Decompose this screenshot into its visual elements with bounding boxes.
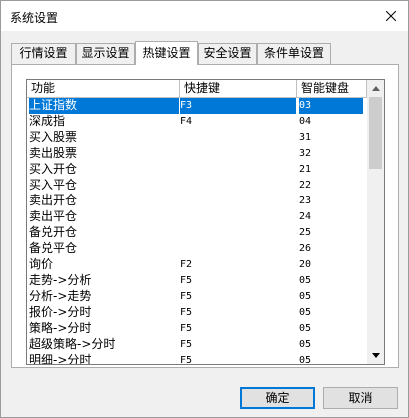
cell-smart-keyboard: 21 — [299, 163, 312, 175]
tab-hotkey-settings[interactable]: 热键设置 — [135, 41, 198, 65]
cell-function: 上证指数 — [29, 98, 179, 114]
cell-function: 卖出平仓 — [29, 209, 78, 224]
cell-shortcut: F2 — [180, 259, 193, 271]
scroll-down-button[interactable] — [367, 347, 384, 364]
table-row[interactable]: 询价 F2 20 — [27, 257, 367, 273]
tab-quote-settings[interactable]: 行情设置 — [11, 43, 76, 64]
cell-function: 走势->分析 — [29, 272, 92, 287]
table-row[interactable]: 报价->分时 F5 05 — [27, 305, 367, 321]
cell-smart-keyboard: 05 — [299, 322, 312, 334]
cell-shortcut: F5 — [180, 306, 193, 318]
cell-smart-keyboard: 05 — [299, 290, 312, 302]
table-row[interactable]: 上证指数 F3 03 — [27, 98, 367, 114]
cell-smart-keyboard: 26 — [299, 243, 312, 255]
cell-shortcut — [180, 193, 296, 209]
table-row[interactable]: 备兑开仓 25 — [27, 225, 367, 241]
cell-shortcut: F4 — [180, 115, 193, 127]
list-rows: 上证指数 F3 03 深成指 F4 04 买入股票 31 卖出股票 32 买入开仓 21 买入平仓 22 卖… — [27, 98, 367, 365]
cell-shortcut: F5 — [180, 338, 193, 350]
scroll-down-arrow-icon — [371, 353, 380, 358]
scroll-up-button[interactable] — [367, 80, 384, 97]
cell-function: 买入股票 — [29, 129, 78, 144]
cell-shortcut: F5 — [180, 274, 193, 286]
table-row[interactable]: 深成指 F4 04 — [27, 114, 367, 130]
table-row[interactable]: 分析->走势 F5 05 — [27, 289, 367, 305]
cell-smart-keyboard: 22 — [299, 179, 312, 191]
tab-security-settings[interactable]: 安全设置 — [198, 43, 257, 64]
window-title: 系统设置 — [10, 11, 59, 25]
cell-smart-keyboard: 05 — [299, 338, 312, 350]
table-row[interactable]: 卖出平仓 24 — [27, 209, 367, 225]
close-icon — [386, 10, 396, 21]
cell-function: 明细->分时 — [29, 352, 92, 365]
cell-function: 报价->分时 — [29, 304, 92, 319]
cell-smart-keyboard: 05 — [299, 306, 312, 318]
cell-shortcut: F3 — [180, 98, 296, 114]
scroll-up-arrow-icon — [371, 86, 380, 91]
table-row[interactable]: 超级策略->分时 F5 05 — [27, 337, 367, 353]
cell-smart-keyboard: 23 — [299, 195, 312, 207]
table-row[interactable]: 买入开仓 21 — [27, 162, 367, 178]
cell-smart-keyboard: 25 — [299, 227, 312, 239]
cell-function: 备兑平仓 — [29, 241, 78, 256]
cell-smart-keyboard: 04 — [299, 115, 312, 127]
cell-shortcut: F5 — [180, 290, 193, 302]
cell-function: 备兑开仓 — [29, 225, 78, 240]
table-row[interactable]: 明细->分时 F5 05 — [27, 352, 367, 365]
column-header-shortcut[interactable]: 快捷键 — [180, 80, 297, 98]
title-bar[interactable]: 系统设置 — [1, 1, 408, 31]
cell-smart-keyboard: 31 — [299, 131, 312, 143]
cell-smart-keyboard: 05 — [299, 274, 312, 286]
cell-shortcut: F5 — [180, 322, 193, 334]
cell-function: 深成指 — [29, 113, 66, 128]
cell-shortcut — [180, 225, 296, 241]
table-row[interactable]: 走势->分析 F5 05 — [27, 273, 367, 289]
cell-shortcut — [180, 241, 296, 257]
vertical-scrollbar[interactable] — [367, 80, 384, 364]
cell-function: 策略->分时 — [29, 320, 92, 335]
cell-function: 买入平仓 — [29, 177, 78, 192]
scrollbar-thumb[interactable] — [369, 97, 382, 169]
cell-function: 卖出开仓 — [29, 193, 78, 208]
cell-smart-keyboard: 03 — [299, 98, 363, 114]
cell-smart-keyboard: 20 — [299, 259, 312, 271]
cell-shortcut — [180, 130, 296, 146]
tab-display-settings[interactable]: 显示设置 — [76, 43, 135, 64]
tab-conditional-order-settings[interactable]: 条件单设置 — [257, 43, 331, 64]
cell-shortcut — [180, 162, 296, 178]
settings-dialog: 系统设置 行情设置 显示设置 热键设置 安全设置 条件单设置 功能 快捷键 智能… — [0, 0, 409, 418]
column-header-smart-keyboard[interactable]: 智能键盘 — [297, 80, 367, 98]
table-row[interactable]: 卖出开仓 23 — [27, 193, 367, 209]
cell-function: 询价 — [29, 257, 54, 272]
close-button[interactable] — [374, 1, 408, 30]
cell-shortcut — [180, 178, 296, 194]
column-header-function[interactable]: 功能 — [27, 80, 180, 98]
table-row[interactable]: 卖出股票 32 — [27, 146, 367, 162]
cell-smart-keyboard: 05 — [299, 354, 312, 365]
cell-smart-keyboard: 24 — [299, 211, 312, 223]
table-row[interactable]: 买入股票 31 — [27, 130, 367, 146]
cell-function: 买入开仓 — [29, 161, 78, 176]
cell-function: 超级策略->分时 — [29, 336, 116, 351]
cell-smart-keyboard: 32 — [299, 147, 312, 159]
cell-function: 分析->走势 — [29, 288, 92, 303]
table-row[interactable]: 策略->分时 F5 05 — [27, 321, 367, 337]
cell-shortcut — [180, 209, 296, 225]
cell-shortcut: F5 — [180, 354, 193, 365]
hotkey-list[interactable]: 功能 快捷键 智能键盘 上证指数 F3 03 深成指 F4 04 买入股票 31 卖出股票 32 买… — [26, 79, 385, 365]
ok-button[interactable]: 确定 — [240, 387, 315, 409]
list-header: 功能 快捷键 智能键盘 — [27, 80, 367, 98]
cell-shortcut — [180, 146, 296, 162]
cell-function: 卖出股票 — [29, 145, 78, 160]
table-row[interactable]: 买入平仓 22 — [27, 178, 367, 194]
cancel-button[interactable]: 取消 — [323, 387, 398, 409]
table-row[interactable]: 备兑平仓 26 — [27, 241, 367, 257]
